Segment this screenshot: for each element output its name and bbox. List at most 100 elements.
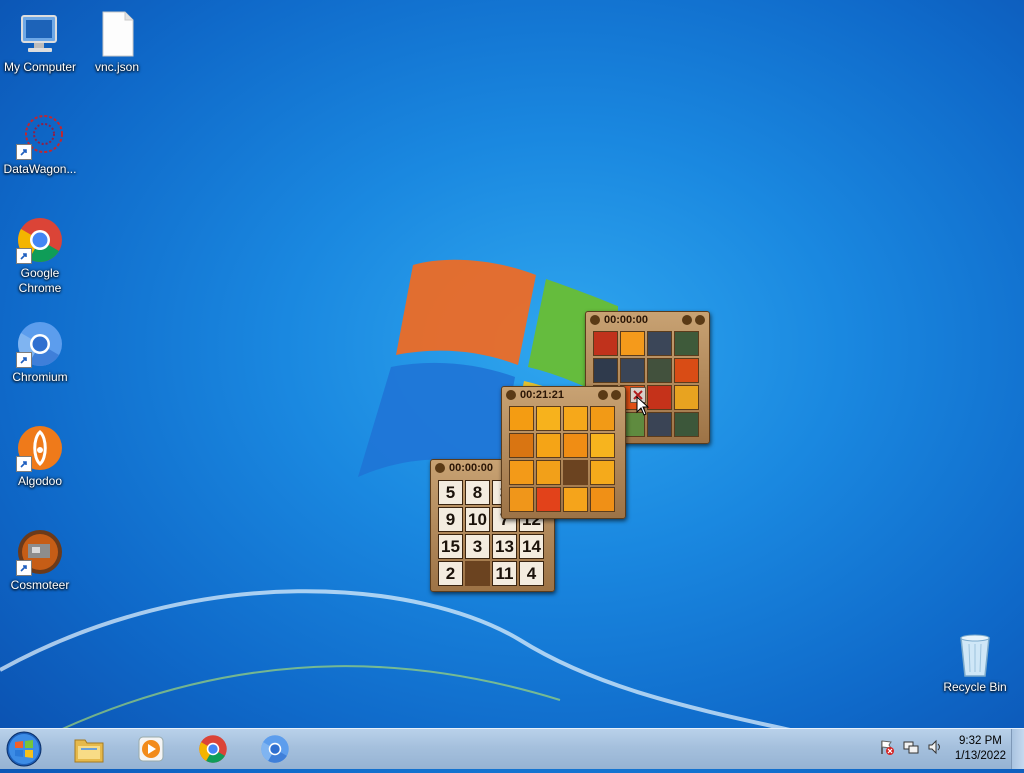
gadget-menu-icon[interactable] — [590, 315, 600, 325]
taskbar-clock[interactable]: 9:32 PM 1/13/2022 — [955, 734, 1006, 764]
desktop-icon-google-chrome[interactable]: Google Chrome — [0, 216, 80, 296]
puzzle-tile[interactable] — [563, 406, 588, 431]
show-desktop-button[interactable] — [1011, 729, 1024, 769]
puzzle-tile[interactable] — [593, 331, 618, 356]
puzzle-tile[interactable]: 10 — [465, 507, 490, 532]
clock-date: 1/13/2022 — [954, 750, 1006, 762]
puzzle-tile[interactable] — [647, 331, 672, 356]
puzzle-empty-slot — [465, 561, 490, 586]
help-icon[interactable] — [598, 390, 608, 400]
puzzle-tile[interactable]: 14 — [519, 534, 544, 559]
puzzle-tile[interactable]: 5 — [438, 480, 463, 505]
gadget-menu-icon[interactable] — [506, 390, 516, 400]
puzzle-tile[interactable] — [509, 460, 534, 485]
shortcut-arrow-icon — [16, 560, 32, 576]
puzzle-tile[interactable] — [590, 433, 615, 458]
desktop-icon-datawagon[interactable]: DataWagon... — [0, 112, 80, 177]
desktop-icon-vnc-json[interactable]: vnc.json — [77, 10, 157, 75]
puzzle-tile[interactable] — [674, 331, 699, 356]
puzzle-tile[interactable]: 2 — [438, 561, 463, 586]
desktop-icon-chromium[interactable]: Chromium — [0, 320, 80, 385]
desktop-icon-label: vnc.json — [94, 60, 140, 74]
shortcut-arrow-icon — [16, 144, 32, 160]
puzzle-tile[interactable] — [536, 460, 561, 485]
network-icon[interactable] — [903, 739, 919, 760]
action-center-flag-icon[interactable] — [879, 739, 895, 760]
chrome-icon — [16, 216, 64, 264]
puzzle-tile[interactable]: 3 — [465, 534, 490, 559]
puzzle-board — [509, 406, 615, 512]
desktop-icon-label: Recycle Bin — [943, 680, 1007, 694]
media-player-icon — [138, 736, 164, 762]
puzzle-tile[interactable]: 13 — [492, 534, 517, 559]
chromium-icon — [16, 320, 64, 368]
help-icon[interactable] — [682, 315, 692, 325]
file-icon — [93, 10, 141, 58]
puzzle-tile[interactable]: 8 — [465, 480, 490, 505]
puzzle-tile[interactable] — [590, 487, 615, 512]
puzzle-tile[interactable] — [647, 358, 672, 383]
puzzle-tile[interactable]: 15 — [438, 534, 463, 559]
taskbar-item-media-player[interactable] — [124, 731, 178, 767]
shortcut-arrow-icon — [16, 456, 32, 472]
desktop-icon-label: My Computer — [3, 60, 77, 74]
desktop-icon-label: Google Chrome — [18, 266, 62, 295]
computer-icon — [16, 10, 64, 58]
shortcut-arrow-icon — [16, 352, 32, 368]
desktop-icon-cosmoteer[interactable]: Cosmoteer — [0, 528, 80, 593]
chromium-icon — [261, 735, 289, 763]
puzzle-tile[interactable] — [590, 406, 615, 431]
puzzle-tile[interactable] — [536, 406, 561, 431]
puzzle-tile[interactable] — [674, 385, 699, 410]
puzzle-timer: 00:21:21 — [520, 389, 565, 401]
taskbar-item-windows-explorer[interactable] — [62, 731, 116, 767]
recycle-bin-icon — [951, 630, 999, 678]
desktop-icon-algodoo[interactable]: Algodoo — [0, 424, 80, 489]
puzzle-tile[interactable] — [563, 433, 588, 458]
taskbar-item-chrome[interactable] — [186, 731, 240, 767]
puzzle-tile[interactable] — [593, 358, 618, 383]
puzzle-tile[interactable]: 9 — [438, 507, 463, 532]
folder-icon — [74, 739, 104, 763]
puzzle-tile[interactable] — [509, 406, 534, 431]
shuffle-icon[interactable] — [611, 390, 621, 400]
puzzle-tile[interactable]: 4 — [519, 561, 544, 586]
shuffle-icon[interactable] — [695, 315, 705, 325]
desktop-icon-recycle-bin[interactable]: Recycle Bin — [935, 630, 1015, 695]
algodoo-icon — [16, 424, 64, 472]
taskbar-item-chromium[interactable] — [248, 731, 302, 767]
chrome-icon — [199, 735, 227, 763]
taskbar: 9:32 PM 1/13/2022 — [0, 728, 1024, 769]
mouse-cursor-icon — [636, 396, 650, 416]
puzzle-tile[interactable] — [509, 433, 534, 458]
system-tray: 9:32 PM 1/13/2022 — [879, 729, 1024, 769]
puzzle-tile[interactable] — [536, 487, 561, 512]
puzzle-tile[interactable]: 11 — [492, 561, 517, 586]
desktop-icon-label: Cosmoteer — [10, 578, 70, 592]
volume-icon[interactable] — [927, 739, 943, 760]
puzzle-tile[interactable] — [674, 358, 699, 383]
puzzle-timer: 00:00:00 — [449, 462, 494, 474]
datawagon-icon — [16, 112, 64, 160]
start-button[interactable] — [4, 730, 44, 768]
puzzle-tile[interactable] — [620, 358, 645, 383]
puzzle-tile[interactable] — [563, 487, 588, 512]
puzzle-tile[interactable] — [647, 385, 672, 410]
clock-time: 9:32 PM — [959, 735, 1002, 747]
puzzle-tile[interactable] — [647, 412, 672, 437]
desktop-icon-label: Chromium — [12, 370, 68, 384]
gadget-menu-icon[interactable] — [435, 463, 445, 473]
puzzle-tile[interactable] — [590, 460, 615, 485]
puzzle-timer: 00:00:00 — [604, 314, 649, 326]
puzzle-tile[interactable] — [674, 412, 699, 437]
windows-orb-icon — [6, 731, 42, 767]
flower-puzzle-gadget[interactable]: 00:21:21 — [501, 386, 626, 519]
cosmoteer-icon — [16, 528, 64, 576]
puzzle-tile[interactable] — [620, 331, 645, 356]
desktop-icon-label: Algodoo — [17, 474, 63, 488]
puzzle-tile[interactable] — [509, 487, 534, 512]
desktop-icon-my-computer[interactable]: My Computer — [0, 10, 80, 75]
puzzle-tile[interactable] — [536, 433, 561, 458]
desktop-icon-label: DataWagon... — [3, 162, 77, 176]
shortcut-arrow-icon — [16, 248, 32, 264]
